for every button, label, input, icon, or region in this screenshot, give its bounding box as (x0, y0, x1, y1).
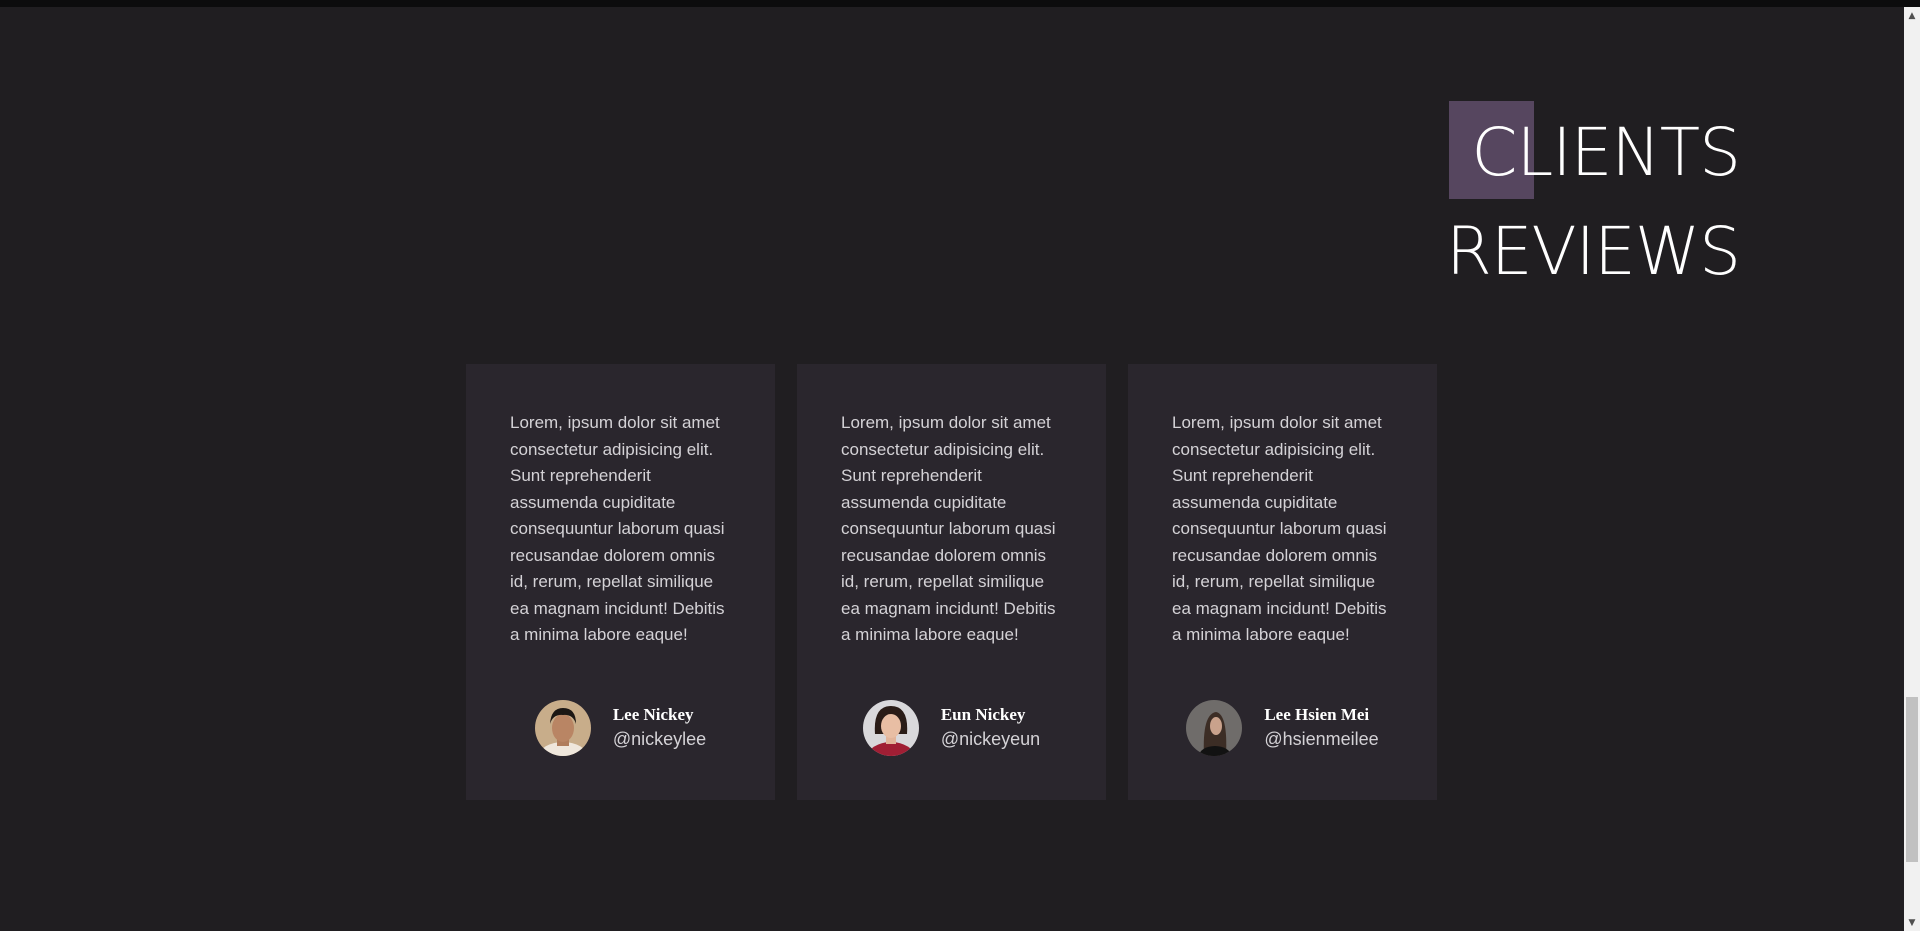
section-title-line-1: CLIENTS (1471, 114, 1741, 191)
review-card: Lorem, ipsum dolor sit amet consectetur … (797, 364, 1106, 800)
review-card: Lorem, ipsum dolor sit amet consectetur … (466, 364, 775, 800)
author-handle: @nickeyeun (940, 729, 1041, 749)
scroll-up-arrow-icon[interactable]: ▲ (1904, 7, 1920, 24)
author-info: Eun Nickey @nickeyeun (941, 704, 1040, 752)
scroll-down-arrow-icon[interactable]: ▼ (1904, 914, 1920, 931)
review-text: Lorem, ipsum dolor sit amet consectetur … (510, 413, 725, 644)
vertical-scrollbar[interactable]: ▲ ▼ (1904, 7, 1920, 931)
review-author: Lee Hsien Mei @hsienmeilee (1128, 700, 1437, 756)
author-name: Eun Nickey (940, 705, 1026, 724)
author-name: Lee Nickey (612, 705, 694, 724)
avatar (534, 700, 591, 756)
author-info: Lee Nickey @nickeylee (613, 704, 706, 752)
author-handle: @nickeylee (612, 729, 707, 749)
avatar (862, 700, 919, 756)
review-author: Lee Nickey @nickeylee (466, 700, 775, 756)
reviews-list: Lorem, ipsum dolor sit amet consectetur … (466, 364, 1437, 800)
review-text: Lorem, ipsum dolor sit amet consectetur … (1172, 413, 1387, 644)
author-info: Lee Hsien Mei @hsienmeilee (1264, 704, 1378, 752)
review-author: Eun Nickey @nickeyeun (797, 700, 1106, 756)
browser-top-edge (0, 0, 1920, 7)
section-title-line-2: REVIEWS (1445, 213, 1741, 290)
author-name: Lee Hsien Mei (1264, 705, 1370, 724)
scrollbar-thumb[interactable] (1906, 697, 1918, 862)
review-text: Lorem, ipsum dolor sit amet consectetur … (841, 413, 1056, 644)
section-title: CLIENTS REVIEWS (1445, 103, 1741, 301)
author-handle: @hsienmeilee (1264, 729, 1379, 749)
review-card: Lorem, ipsum dolor sit amet consectetur … (1128, 364, 1437, 800)
avatar (1186, 700, 1243, 756)
